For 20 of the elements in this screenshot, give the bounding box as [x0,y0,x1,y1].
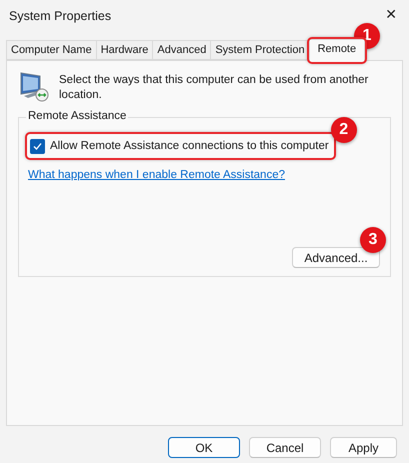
intro-text: Select the ways that this computer can be used from another location. [59,73,370,103]
tab[interactable]: Remote [308,39,366,61]
advanced-button[interactable]: Advanced... [292,247,380,268]
help-link[interactable]: What happens when I enable Remote Assistance? [28,169,382,181]
window-title: System Properties [9,9,112,23]
checkbox[interactable] [30,138,45,154]
dialog-button[interactable]: Apply [330,437,397,458]
close-button[interactable]: ✕ [383,7,399,23]
tab[interactable]: Advanced [152,40,212,60]
check-icon [33,142,42,150]
callout-number: 3 [360,227,386,253]
tab[interactable]: Hardware [96,40,154,60]
tab[interactable]: System Protection [210,40,310,60]
tab[interactable]: Computer Name [6,40,97,60]
remote-computer-icon [18,70,50,102]
dialog-button[interactable]: OK [168,437,240,458]
checkbox-label: Allow Remote Assistance connections to this computer [50,140,329,152]
callout-number: 2 [330,117,357,143]
group-title: Remote Assistance [26,110,128,122]
dialog-button[interactable]: Cancel [249,437,321,458]
